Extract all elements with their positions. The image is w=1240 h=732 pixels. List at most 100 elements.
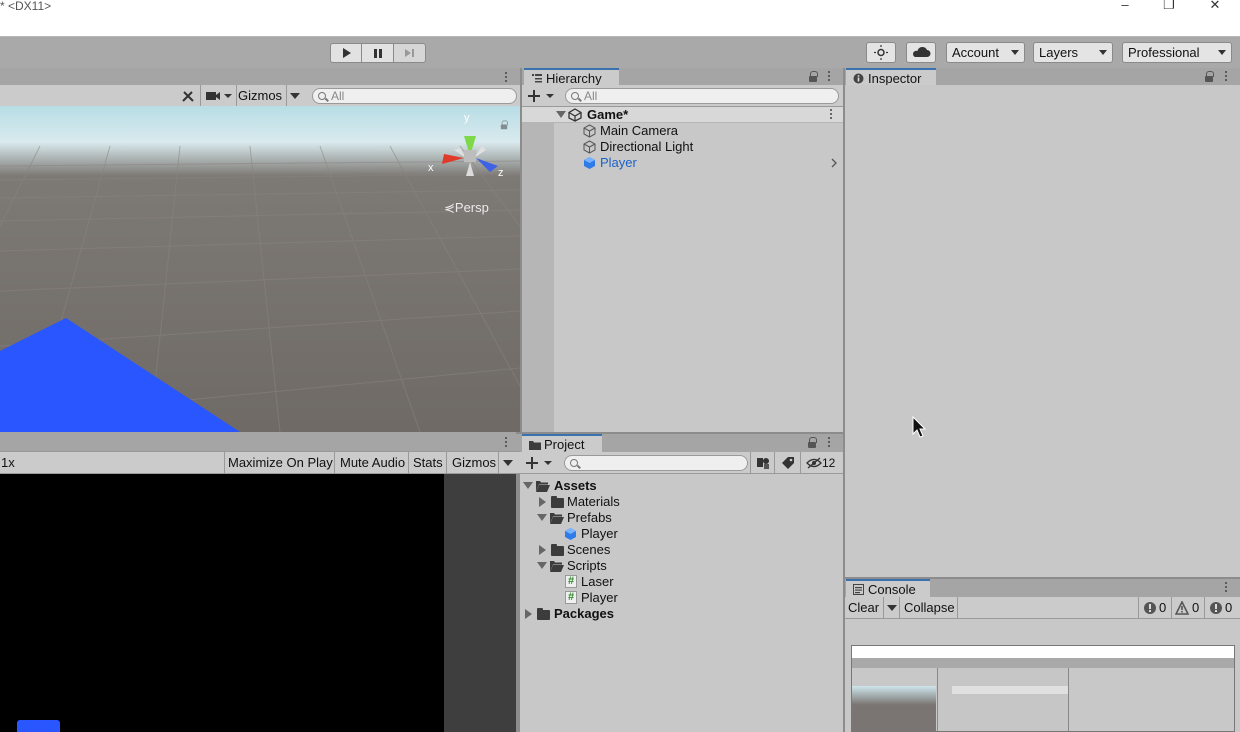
info-count: 0 xyxy=(1159,600,1167,615)
close-button[interactable]: ✕ xyxy=(1192,0,1238,14)
panel-menu-icon[interactable] xyxy=(1224,582,1228,594)
tree-item[interactable]: Materials xyxy=(520,494,843,510)
project-search-input[interactable] xyxy=(564,455,748,471)
tree-item[interactable]: Scripts xyxy=(520,558,843,574)
hierarchy-search-placeholder: All xyxy=(584,89,598,103)
chevron-down-icon[interactable] xyxy=(290,93,300,99)
layout-dropdown[interactable]: Professional xyxy=(1122,42,1232,63)
inspector-tab-label: Inspector xyxy=(868,71,922,86)
tree-item-label: Laser xyxy=(581,574,614,589)
panel-menu-icon[interactable] xyxy=(504,72,508,84)
lock-icon[interactable] xyxy=(809,71,818,83)
window-title: * <DX11> xyxy=(0,0,52,13)
expand-icon[interactable] xyxy=(539,545,546,555)
chevron-down-icon[interactable] xyxy=(887,605,897,611)
divider xyxy=(286,85,287,107)
lock-icon[interactable] xyxy=(500,120,508,130)
persp-label[interactable]: ⋞Persp xyxy=(444,200,489,216)
play-icon xyxy=(343,48,351,58)
chevron-down-icon[interactable] xyxy=(503,460,513,466)
panel-menu-icon[interactable] xyxy=(827,437,831,449)
divider xyxy=(408,452,409,474)
divider xyxy=(236,85,237,107)
scene-gizmos-button[interactable]: Gizmos xyxy=(238,85,282,107)
collapse-toggle[interactable]: Collapse xyxy=(904,597,955,619)
restore-button[interactable]: ❐ xyxy=(1146,0,1192,14)
lock-icon[interactable] xyxy=(1205,71,1214,83)
pause-button[interactable] xyxy=(361,43,394,63)
game-view-letterbox xyxy=(444,474,516,732)
axis-y-label: y xyxy=(464,112,470,124)
game-view[interactable] xyxy=(0,474,444,732)
folder-icon xyxy=(551,544,564,556)
info-icon[interactable] xyxy=(1143,601,1157,615)
chevron-right-icon[interactable] xyxy=(831,158,837,168)
game-tab-bar xyxy=(0,432,520,452)
play-button[interactable] xyxy=(330,43,362,63)
tree-item[interactable]: Player xyxy=(520,526,843,542)
account-dropdown[interactable]: Account xyxy=(946,42,1025,63)
step-button[interactable] xyxy=(393,43,426,63)
panel-menu-icon[interactable] xyxy=(504,437,508,449)
expand-icon[interactable] xyxy=(556,111,566,118)
layers-label: Layers xyxy=(1039,45,1079,60)
maximize-on-play-toggle[interactable]: Maximize On Play xyxy=(228,452,333,474)
scene-row[interactable]: Game* xyxy=(522,107,843,123)
panel-menu-icon[interactable] xyxy=(1224,71,1228,83)
scene-view[interactable]: y x z ⋞Persp xyxy=(0,106,520,432)
tree-item[interactable]: Prefabs xyxy=(520,510,843,526)
hierarchy-search-input[interactable]: All xyxy=(565,88,839,104)
cloud-button[interactable] xyxy=(906,42,936,63)
tree-item-label: Materials xyxy=(567,494,620,509)
mute-audio-toggle[interactable]: Mute Audio xyxy=(340,452,405,474)
tree-item[interactable]: # Laser xyxy=(520,574,843,590)
hidden-eye-icon[interactable] xyxy=(806,457,822,469)
expand-icon[interactable] xyxy=(523,482,533,489)
sun-icon xyxy=(874,45,888,60)
hierarchy-item[interactable]: Main Camera xyxy=(554,123,843,139)
tree-item[interactable]: # Player xyxy=(520,590,843,606)
expand-icon[interactable] xyxy=(539,497,546,507)
services-button[interactable] xyxy=(866,42,896,63)
folder-icon xyxy=(551,496,564,508)
panel-menu-icon[interactable] xyxy=(827,71,831,83)
folder-icon xyxy=(537,608,550,620)
search-icon xyxy=(570,459,578,467)
tree-item[interactable]: Packages xyxy=(520,606,843,622)
camera-icon[interactable] xyxy=(205,89,233,103)
expand-icon[interactable] xyxy=(537,562,547,569)
console-tab-bar: Console xyxy=(845,579,1240,600)
stats-toggle[interactable]: Stats xyxy=(413,452,443,474)
tag-icon[interactable] xyxy=(781,456,795,470)
pause-icon xyxy=(374,49,382,58)
add-icon[interactable] xyxy=(526,456,554,470)
scene-search-placeholder: All xyxy=(331,89,345,103)
divider xyxy=(774,452,775,474)
game-gizmos-button[interactable]: Gizmos xyxy=(452,452,496,474)
prefab-icon xyxy=(584,157,595,169)
warning-icon[interactable] xyxy=(1175,601,1189,615)
error-icon[interactable] xyxy=(1209,601,1223,615)
tools-icon[interactable] xyxy=(180,88,196,104)
persp-text: Persp xyxy=(454,200,489,215)
hierarchy-list: Game* Main Camera Directional Light Play… xyxy=(522,107,843,432)
add-icon[interactable] xyxy=(528,89,556,103)
hierarchy-item[interactable]: Player xyxy=(554,155,843,171)
scene-name: Game* xyxy=(587,107,629,122)
inspector-body xyxy=(845,85,1240,577)
tree-item-label: Scripts xyxy=(567,558,607,573)
clear-button[interactable]: Clear xyxy=(848,597,879,619)
tree-item[interactable]: Assets xyxy=(520,478,843,494)
hierarchy-item[interactable]: Directional Light xyxy=(554,139,843,155)
filter-type-icon[interactable] xyxy=(756,456,770,470)
scene-search-input[interactable]: All xyxy=(312,88,517,104)
layers-dropdown[interactable]: Layers xyxy=(1033,42,1113,63)
orientation-gizmo[interactable] xyxy=(426,120,510,190)
scale-label[interactable]: 1x xyxy=(1,452,15,474)
scene-menu-icon[interactable] xyxy=(829,109,833,121)
expand-icon[interactable] xyxy=(537,514,547,521)
tree-item[interactable]: Scenes xyxy=(520,542,843,558)
lock-icon[interactable] xyxy=(808,437,817,449)
expand-icon[interactable] xyxy=(525,609,532,619)
minimize-button[interactable]: – xyxy=(1102,0,1148,14)
